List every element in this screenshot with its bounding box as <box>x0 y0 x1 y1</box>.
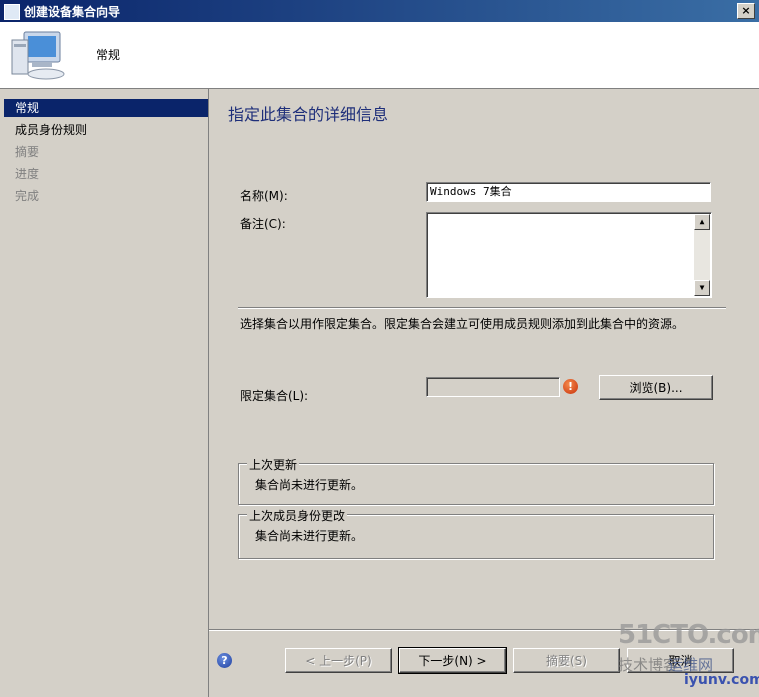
scroll-down-icon[interactable]: ▼ <box>694 280 710 296</box>
limiting-description: 选择集合以用作限定集合。限定集合会建立可使用成员规则添加到此集合中的资源。 <box>240 317 685 331</box>
step-completion: 完成 <box>15 189 40 203</box>
next-button[interactable]: 下一步(N) > <box>398 647 507 674</box>
title-bar: 创建设备集合向导 × <box>0 0 759 22</box>
previous-button: < 上一步(P) <box>285 648 392 673</box>
section-title: 指定此集合的详细信息 <box>228 105 389 124</box>
window-title: 创建设备集合向导 <box>24 5 121 19</box>
last-update-title: 上次更新 <box>247 456 300 473</box>
last-membership-change-group: 上次成员身份更改 集合尚未进行更新。 <box>238 507 714 559</box>
step-general[interactable]: 常规 <box>4 99 208 117</box>
name-input[interactable]: Windows 7集合 <box>426 182 711 202</box>
summary-button: 摘要(S) <box>513 648 620 673</box>
app-icon <box>4 4 20 20</box>
last-membership-change-title: 上次成员身份更改 <box>247 507 348 524</box>
step-membership-rules[interactable]: 成员身份规则 <box>4 121 208 139</box>
last-membership-change-text: 集合尚未进行更新。 <box>255 529 364 543</box>
error-icon: ! <box>563 379 578 394</box>
comment-scrollbar[interactable]: ▲ ▼ <box>694 214 710 296</box>
step-summary: 摘要 <box>15 145 40 159</box>
wizard-header: 常规 <box>0 22 759 89</box>
footer-separator <box>209 629 759 631</box>
comment-label: 备注(C): <box>240 217 286 231</box>
separator <box>238 307 726 309</box>
scroll-up-icon[interactable]: ▲ <box>694 214 710 230</box>
help-icon[interactable]: ? <box>217 653 232 668</box>
step-progress: 进度 <box>15 167 40 181</box>
browse-button[interactable]: 浏览(B)... <box>599 375 713 400</box>
cancel-button[interactable]: 取消 <box>627 648 734 673</box>
close-button[interactable]: × <box>737 3 755 19</box>
computer-icon <box>11 31 65 80</box>
comment-textarea[interactable]: ▲ ▼ <box>426 212 712 298</box>
main-panel: 指定此集合的详细信息 名称(M): Windows 7集合 备注(C): ▲ ▼… <box>209 89 759 697</box>
name-label: 名称(M): <box>240 189 288 203</box>
limiting-collection-input <box>426 377 560 397</box>
limiting-label: 限定集合(L): <box>240 389 309 403</box>
wizard-steps-sidebar: 常规 成员身份规则 摘要 进度 完成 <box>0 89 209 697</box>
last-update-group: 上次更新 集合尚未进行更新。 <box>238 456 714 505</box>
last-update-text: 集合尚未进行更新。 <box>255 478 364 492</box>
header-title: 常规 <box>96 48 121 62</box>
